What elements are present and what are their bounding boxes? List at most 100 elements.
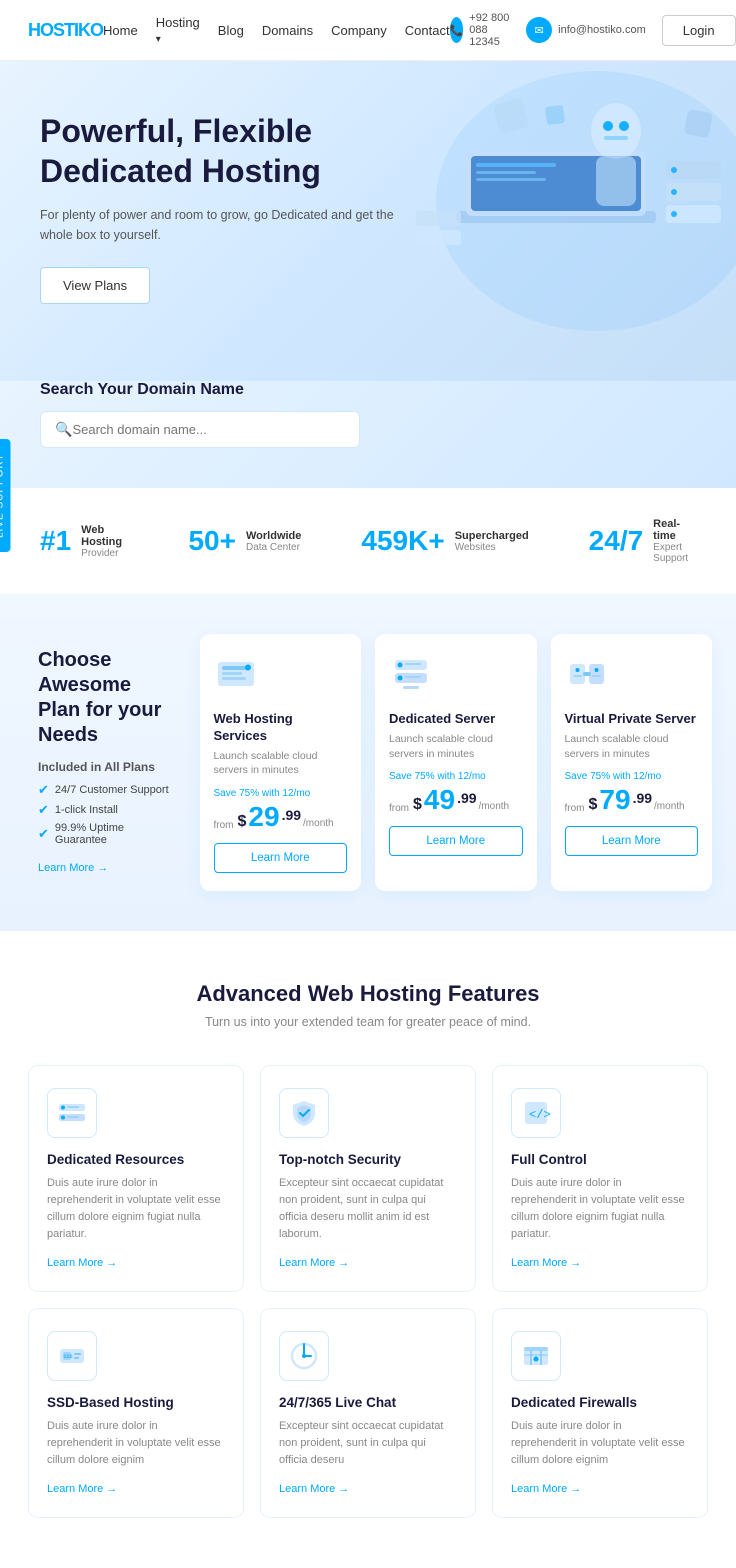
stat-label-wrap-2: Worldwide Data Center bbox=[246, 530, 301, 553]
stat-number-2: 50+ bbox=[188, 525, 236, 557]
plan-icon-web bbox=[214, 652, 258, 701]
nav-company[interactable]: Company bbox=[331, 23, 387, 38]
feature-learn-more-6[interactable]: Learn More → bbox=[511, 1483, 581, 1495]
stat-4: 24/7 Real-time Expert Support bbox=[589, 518, 696, 564]
price-dec-vps: .99 bbox=[633, 790, 652, 806]
feature-desc-6: Duis aute irure dolor in reprehenderit i… bbox=[511, 1418, 689, 1469]
plan-price-web: from $ 29 .99 /month bbox=[214, 803, 334, 831]
dedicated-resources-icon bbox=[57, 1098, 87, 1128]
plan-intro: Choose Awesome Plan for your Needs Inclu… bbox=[24, 634, 186, 891]
learn-more-dedicated-button[interactable]: Learn More bbox=[389, 826, 523, 856]
live-support-label: LIVE SUPPORT bbox=[0, 453, 6, 538]
feature-card-3: </> Full Control Duis aute irure dolor i… bbox=[492, 1065, 708, 1292]
nav-contact: 📞 +92 800 088 12345 ✉ info@hostiko.com bbox=[450, 12, 646, 48]
dedicated-server-icon bbox=[389, 652, 433, 696]
search-icon: 🔍 bbox=[55, 421, 72, 438]
hero-description: For plenty of power and room to grow, go… bbox=[40, 205, 400, 245]
feature-desc-2: Excepteur sint occaecat cupidatat non pr… bbox=[279, 1175, 457, 1243]
logo-text: OSTIKO bbox=[40, 20, 103, 40]
plan-desc-dedicated: Launch scalable cloud servers in minutes bbox=[389, 732, 523, 761]
plan-intro-learn-more[interactable]: Learn More → bbox=[38, 862, 172, 874]
check-icon-3: ✔ bbox=[38, 826, 49, 842]
feature-title-1: Dedicated Resources bbox=[47, 1152, 184, 1167]
learn-more-web-button[interactable]: Learn More bbox=[214, 843, 348, 873]
stat-1: #1 Web Hosting Provider bbox=[40, 518, 128, 564]
learn-more-vps-button[interactable]: Learn More bbox=[565, 826, 699, 856]
view-plans-button[interactable]: View Plans bbox=[40, 267, 150, 304]
domain-search-input[interactable] bbox=[72, 412, 345, 447]
feature-icon-6 bbox=[511, 1331, 561, 1381]
features-title: Advanced Web Hosting Features bbox=[28, 981, 708, 1007]
phone-number: +92 800 088 12345 bbox=[469, 12, 512, 48]
domain-search-box: 🔍 bbox=[40, 411, 360, 448]
nav-domains[interactable]: Domains bbox=[262, 23, 313, 38]
feature-icon-5 bbox=[279, 1331, 329, 1381]
login-button[interactable]: Login bbox=[662, 15, 736, 46]
plans-grid: Choose Awesome Plan for your Needs Inclu… bbox=[24, 634, 712, 891]
feature-desc-4: Duis aute irure dolor in reprehenderit i… bbox=[47, 1418, 225, 1469]
feature-learn-more-4[interactable]: Learn More → bbox=[47, 1483, 117, 1495]
stat-number-4: 24/7 bbox=[589, 525, 644, 557]
svg-text:SSD: SSD bbox=[64, 1354, 73, 1360]
hero-content: Powerful, Flexible Dedicated Hosting For… bbox=[40, 111, 400, 304]
feature-desc-5: Excepteur sint occaecat cupidatat non pr… bbox=[279, 1418, 457, 1469]
feature-icon-2 bbox=[279, 1088, 329, 1138]
svg-text:</>: </> bbox=[529, 1108, 551, 1122]
hero-title: Powerful, Flexible Dedicated Hosting bbox=[40, 111, 400, 191]
price-int-dedicated: 49 bbox=[424, 786, 455, 814]
phone-icon: 📞 bbox=[450, 17, 464, 43]
stat-sub-1: Provider bbox=[81, 548, 128, 559]
hero-illustration bbox=[376, 61, 736, 351]
nav-blog[interactable]: Blog bbox=[218, 23, 244, 38]
plan-desc-vps: Launch scalable cloud servers in minutes bbox=[565, 732, 699, 761]
nav-phone: 📞 +92 800 088 12345 bbox=[450, 12, 513, 48]
feature-3: ✔ 99.9% Uptime Guarantee bbox=[38, 822, 172, 846]
feature-learn-more-5[interactable]: Learn More → bbox=[279, 1483, 349, 1495]
price-int-web: 29 bbox=[248, 803, 279, 831]
stat-label-3: Supercharged bbox=[455, 530, 529, 542]
feature-1: ✔ 24/7 Customer Support bbox=[38, 782, 172, 798]
feature-title-2: Top-notch Security bbox=[279, 1152, 401, 1167]
feature-learn-more-2[interactable]: Learn More → bbox=[279, 1257, 349, 1269]
price-dollar-dedicated: $ bbox=[413, 796, 422, 814]
feature-label-2: 1-click Install bbox=[55, 804, 118, 816]
stat-label-2: Worldwide bbox=[246, 530, 301, 542]
live-chat-icon bbox=[289, 1341, 319, 1371]
feature-learn-more-3[interactable]: Learn More → bbox=[511, 1257, 581, 1269]
plan-save-vps: Save 75% with 12/mo bbox=[565, 771, 662, 782]
price-from-vps: from bbox=[565, 803, 585, 814]
check-icon-1: ✔ bbox=[38, 782, 49, 798]
feature-icon-4: SSD bbox=[47, 1331, 97, 1381]
price-from-web: from bbox=[214, 820, 234, 831]
nav-hosting[interactable]: Hosting bbox=[156, 15, 200, 45]
nav-email: ✉ info@hostiko.com bbox=[526, 17, 646, 43]
hero-svg bbox=[376, 61, 736, 351]
stat-3: 459K+ Supercharged Websites bbox=[361, 518, 528, 564]
price-int-vps: 79 bbox=[599, 786, 630, 814]
plan-card-vps: Virtual Private Server Launch scalable c… bbox=[551, 634, 713, 891]
email-icon: ✉ bbox=[526, 17, 552, 43]
domain-search-title: Search Your Domain Name bbox=[40, 381, 696, 399]
nav-contact[interactable]: Contact bbox=[405, 23, 450, 38]
live-support-tab[interactable]: LIVE SUPPORT bbox=[0, 439, 11, 552]
vps-icon bbox=[565, 652, 609, 696]
email-address: info@hostiko.com bbox=[558, 24, 646, 36]
features-subtitle: Turn us into your extended team for grea… bbox=[28, 1015, 708, 1029]
plan-desc-web: Launch scalable cloud servers in minutes bbox=[214, 749, 348, 778]
feature-title-4: SSD-Based Hosting bbox=[47, 1395, 174, 1410]
feature-card-4: SSD SSD-Based Hosting Duis aute irure do… bbox=[28, 1308, 244, 1518]
nav-home[interactable]: Home bbox=[103, 23, 138, 38]
feature-title-3: Full Control bbox=[511, 1152, 587, 1167]
feature-title-5: 24/7/365 Live Chat bbox=[279, 1395, 396, 1410]
price-period-vps: /month bbox=[654, 801, 685, 812]
domain-search-section: Search Your Domain Name 🔍 bbox=[0, 381, 736, 488]
feature-2: ✔ 1-click Install bbox=[38, 802, 172, 818]
feature-card-6: Dedicated Firewalls Duis aute irure dolo… bbox=[492, 1308, 708, 1518]
stat-number-3: 459K+ bbox=[361, 525, 444, 557]
stat-label-4: Real-time bbox=[653, 518, 696, 542]
stat-number-1: #1 bbox=[40, 525, 71, 557]
feature-icon-1 bbox=[47, 1088, 97, 1138]
feature-learn-more-1[interactable]: Learn More → bbox=[47, 1257, 117, 1269]
firewall-icon bbox=[521, 1341, 551, 1371]
feature-label-3: 99.9% Uptime Guarantee bbox=[55, 822, 172, 846]
